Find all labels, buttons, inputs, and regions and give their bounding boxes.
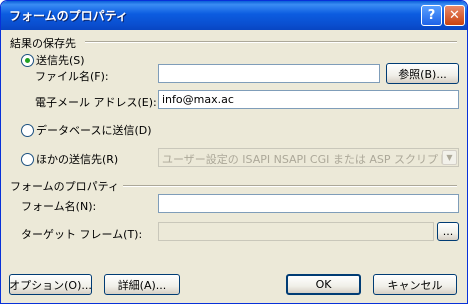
send-to-radio[interactable]: 送信先(S) — [21, 52, 85, 68]
form-name-input[interactable] — [158, 194, 459, 213]
email-address-label: 電子メール アドレス(E): — [35, 96, 157, 109]
radio-unselected-icon — [21, 123, 34, 137]
save-section-divider — [85, 41, 457, 43]
other-send-to-radio[interactable]: ほかの送信先(R) — [21, 151, 118, 167]
ok-button[interactable]: OK — [286, 274, 361, 295]
chevron-down-icon[interactable]: ▼ — [442, 150, 457, 165]
send-to-database-radio[interactable]: データベースに送信(D) — [21, 122, 152, 138]
form-name-label: フォーム名(N): — [21, 200, 97, 213]
cancel-button[interactable]: キャンセル — [373, 274, 457, 295]
other-send-to-label: ほかの送信先(R) — [36, 153, 119, 166]
target-frame-label: ターゲット フレーム(T): — [21, 228, 143, 241]
script-type-value: ユーザー設定の ISAPI NSAPI CGI または ASP スクリプト — [162, 153, 449, 166]
window-title: フォームのプロパティ — [9, 9, 128, 23]
pencil-icon: ... — [442, 225, 454, 238]
form-properties-dialog: フォームのプロパティ ? ✕ 結果の保存先 送信先(S) ファイル名(F): 参… — [0, 0, 468, 304]
send-to-database-label: データベースに送信(D) — [36, 124, 152, 137]
script-type-select[interactable]: ユーザー設定の ISAPI NSAPI CGI または ASP スクリプト ▼ — [158, 148, 459, 167]
email-address-input[interactable]: info@max.ac — [158, 90, 459, 109]
save-section-label: 結果の保存先 — [10, 37, 76, 50]
options-button[interactable]: オプション(O)... — [9, 274, 92, 295]
file-name-label: ファイル名(F): — [35, 70, 109, 83]
radio-selected-icon — [21, 53, 34, 67]
close-icon: ✕ — [449, 8, 460, 23]
browse-button[interactable]: 参照(B)... — [386, 63, 459, 84]
radio-unselected-icon — [21, 152, 34, 166]
form-properties-divider — [123, 185, 457, 187]
title-bar: フォームのプロパティ ? ✕ — [1, 1, 467, 30]
help-icon: ? — [427, 8, 436, 23]
form-properties-section-label: フォームのプロパティ — [10, 180, 120, 193]
help-button[interactable]: ? — [421, 5, 442, 26]
advanced-button[interactable]: 詳細(A)... — [104, 274, 180, 295]
target-frame-input[interactable] — [158, 222, 434, 241]
target-frame-button[interactable]: ... — [437, 222, 459, 241]
file-name-input[interactable] — [158, 64, 380, 83]
close-button[interactable]: ✕ — [444, 5, 465, 26]
send-to-label: 送信先(S) — [36, 54, 85, 67]
